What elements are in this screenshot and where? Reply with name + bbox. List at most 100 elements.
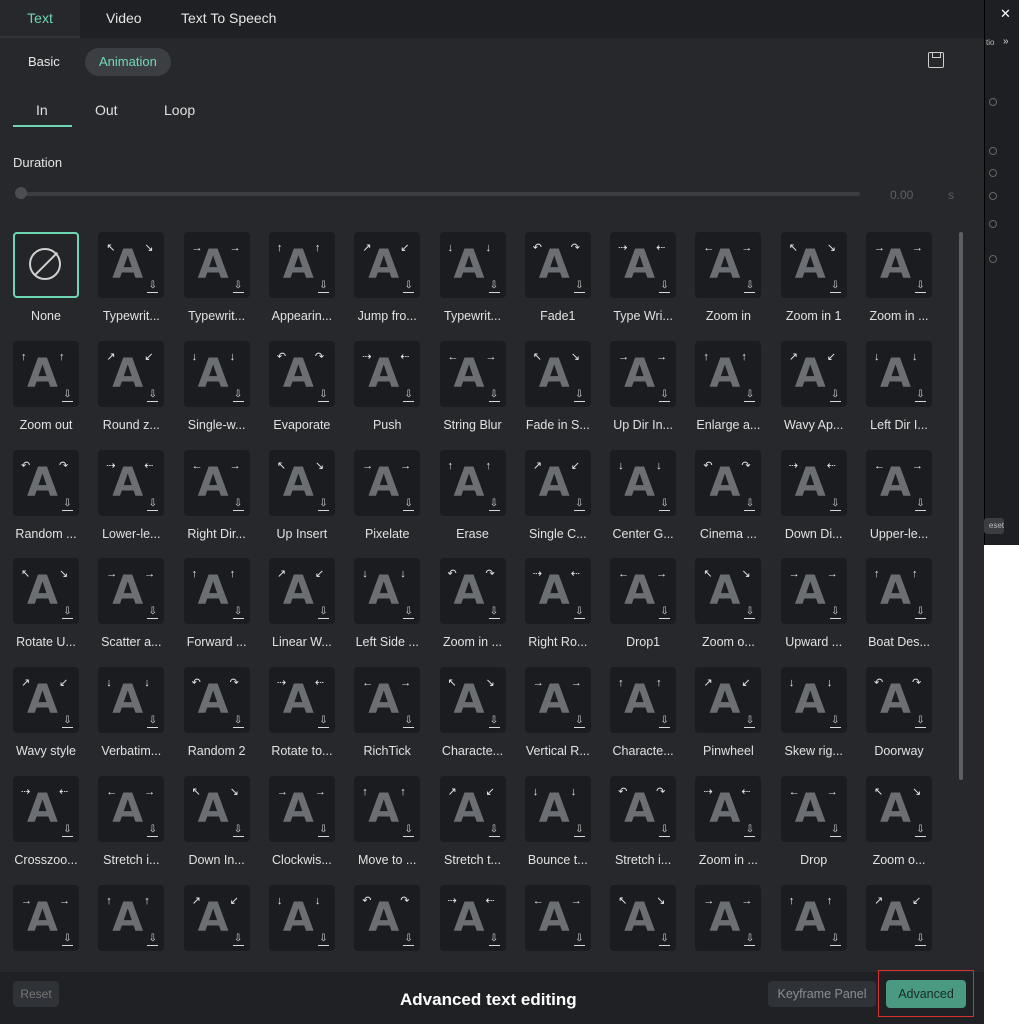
download-icon[interactable]: ⇩ (403, 715, 415, 729)
effect-thumbnail[interactable]: A ↶ ↷ ⇩ (354, 884, 421, 951)
download-icon[interactable]: ⇩ (573, 933, 585, 946)
duration-slider-track[interactable] (20, 192, 860, 196)
effect-thumbnail[interactable]: A ↗ ↙ ⇩ (695, 667, 762, 734)
download-icon[interactable]: ⇩ (147, 389, 159, 402)
download-icon[interactable]: ⇩ (829, 280, 841, 293)
effect-thumbnail[interactable]: A ← → ⇩ (354, 667, 421, 734)
download-icon[interactable]: ⇩ (829, 498, 841, 511)
effect-item[interactable]: A ↶ ↷ ⇩ Random 2 (171, 667, 256, 775)
effect-thumbnail[interactable]: A ↗ ↙ ⇩ (439, 776, 506, 842)
download-icon[interactable]: ⇩ (659, 606, 671, 620)
effect-item[interactable]: A ↖ ↘ ⇩ Up Insert (256, 449, 341, 558)
download-icon[interactable]: ⇩ (915, 933, 926, 946)
effect-item[interactable]: A ← → ⇩ Drop1 (597, 558, 682, 666)
effect-thumbnail[interactable]: A → → ⇩ (268, 776, 335, 842)
download-icon[interactable]: ⇩ (744, 824, 756, 837)
effect-item[interactable]: A ⇢ ⇠ ⇩ Down Di... (768, 449, 853, 558)
effect-thumbnail[interactable]: A ↓ ↓ ⇩ (866, 340, 932, 407)
effect-item[interactable]: A ↑ ↑ ⇩ Forward ... (171, 558, 256, 666)
subtab-in[interactable]: In (36, 102, 48, 118)
effect-item[interactable]: A → → ⇩ Scatter a... (85, 558, 170, 666)
download-icon[interactable]: ⇩ (573, 715, 585, 729)
download-icon[interactable]: ⇩ (488, 606, 500, 620)
effect-thumbnail[interactable]: A ↖ ↘ ⇩ (695, 558, 762, 625)
download-icon[interactable]: ⇩ (573, 498, 585, 511)
effect-item[interactable]: A ↑ ↑ ⇩ Boat Des... (853, 558, 938, 666)
effect-thumbnail[interactable]: A → → ⇩ (780, 558, 847, 625)
effect-item[interactable]: A ↑ ↑ ⇩ Erase (427, 449, 512, 558)
download-icon[interactable]: ⇩ (915, 389, 926, 402)
save-preset-icon[interactable] (928, 52, 944, 68)
effect-item[interactable]: A ↖ ↘ ⇩ Characte... (427, 667, 512, 775)
download-icon[interactable]: ⇩ (403, 606, 415, 620)
effect-item[interactable]: A ↖ ↘ ⇩ Zoom o... (682, 558, 767, 666)
effect-thumbnail[interactable]: A ↑ ↑ ⇩ (268, 232, 335, 298)
effect-thumbnail[interactable]: A ↗ ↙ ⇩ (98, 340, 165, 407)
keyframe-dot-icon[interactable] (989, 220, 997, 228)
effect-item[interactable]: A ↓ ↓ ⇩ Typewrit... (427, 232, 512, 340)
effect-thumbnail[interactable]: A ↗ ↙ ⇩ (268, 558, 335, 625)
effect-thumbnail[interactable]: A ↶ ↷ ⇩ (866, 667, 932, 734)
effect-thumbnail[interactable]: A ↓ ↓ ⇩ (610, 449, 677, 516)
effect-item[interactable]: A ↗ ↙ ⇩ Round z... (85, 340, 170, 449)
download-icon[interactable]: ⇩ (488, 824, 500, 837)
effect-thumbnail[interactable]: A ↓ ↓ ⇩ (780, 667, 847, 734)
download-icon[interactable]: ⇩ (62, 715, 73, 729)
download-icon[interactable]: ⇩ (232, 280, 244, 293)
download-icon[interactable]: ⇩ (62, 824, 73, 837)
effect-item[interactable]: A ⇢ ⇠ ⇩ Push (341, 340, 426, 449)
effect-item[interactable]: A ↓ ↓ ⇩ Verbatim... (85, 667, 170, 775)
effect-item[interactable]: A ↑ ↑ ⇩ Enlarge a... (682, 340, 767, 449)
effect-item[interactable]: A ↓ ↓ ⇩ Single-w... (171, 340, 256, 449)
effect-item[interactable]: A ↓ ↓ ⇩ Left Side ... (341, 558, 426, 666)
effect-item[interactable]: A → → ⇩ Upward ... (768, 558, 853, 666)
download-icon[interactable]: ⇩ (744, 389, 756, 402)
side-reset-button[interactable]: eset (984, 518, 1004, 534)
effect-thumbnail[interactable]: A ⇢ ⇠ ⇩ (439, 884, 506, 951)
download-icon[interactable]: ⇩ (744, 606, 756, 620)
effect-thumbnail[interactable]: A ↶ ↷ ⇩ (183, 667, 250, 734)
effect-thumbnail[interactable]: A ↑ ↑ ⇩ (866, 558, 932, 625)
effect-thumbnail[interactable]: A ↓ ↓ ⇩ (524, 776, 591, 842)
download-icon[interactable]: ⇩ (573, 606, 585, 620)
effect-thumbnail[interactable]: A → → ⇩ (610, 340, 677, 407)
effect-item[interactable]: A ← → ⇩ RichTick (341, 667, 426, 775)
effect-item[interactable]: A ⇢ ⇠ ⇩ Type Wri... (597, 232, 682, 340)
effect-thumbnail[interactable]: A ⇢ ⇠ ⇩ (13, 776, 79, 842)
effect-item[interactable]: A ⇢ ⇠ ⇩ Crosszoo... (0, 776, 85, 884)
effect-thumbnail[interactable]: A ← → ⇩ (439, 340, 506, 407)
effect-thumbnail[interactable]: A ↶ ↷ ⇩ (13, 449, 79, 516)
effect-thumbnail[interactable]: A ↖ ↘ ⇩ (610, 884, 677, 951)
effect-thumbnail[interactable]: A ↑ ↑ ⇩ (354, 776, 421, 842)
effect-thumbnail[interactable]: A ↗ ↙ ⇩ (524, 449, 591, 516)
download-icon[interactable]: ⇩ (62, 933, 73, 946)
download-icon[interactable]: ⇩ (744, 933, 756, 946)
effect-thumbnail[interactable]: A → → ⇩ (98, 558, 165, 625)
effect-item[interactable]: A ↓ ↓ ⇩ Left Dir I... (853, 340, 938, 449)
effect-item[interactable]: A ↖ ↘ ⇩ Typewrit... (85, 232, 170, 340)
effect-thumbnail[interactable]: A ↗ ↙ ⇩ (866, 884, 932, 951)
effect-thumbnail[interactable]: A → → ⇩ (866, 232, 932, 298)
download-icon[interactable]: ⇩ (829, 824, 841, 837)
download-icon[interactable]: ⇩ (488, 933, 500, 946)
download-icon[interactable]: ⇩ (317, 280, 329, 293)
effect-thumbnail[interactable]: A ↖ ↘ ⇩ (268, 449, 335, 516)
effect-item[interactable]: A ↗ ↙ ⇩ Single C... (512, 449, 597, 558)
download-icon[interactable]: ⇩ (147, 824, 159, 837)
segment-animation[interactable]: Animation (85, 48, 171, 76)
effect-thumbnail[interactable]: A ⇢ ⇠ ⇩ (354, 340, 421, 407)
download-icon[interactable]: ⇩ (62, 389, 73, 402)
effect-item[interactable]: A ↶ ↷ ⇩ Cinema ... (682, 449, 767, 558)
keyframe-dot-icon[interactable] (989, 255, 997, 263)
effect-item[interactable]: A ← → ⇩ String Blur (427, 340, 512, 449)
download-icon[interactable]: ⇩ (403, 280, 415, 293)
effect-thumbnail[interactable]: A ↑ ↑ ⇩ (695, 340, 762, 407)
effect-thumbnail[interactable]: A ↗ ↙ ⇩ (780, 340, 847, 407)
download-icon[interactable]: ⇩ (147, 498, 159, 511)
download-icon[interactable]: ⇩ (659, 824, 671, 837)
effect-item[interactable]: A ← → ⇩ Stretch i... (85, 776, 170, 884)
effect-thumbnail[interactable]: A ⇢ ⇠ ⇩ (780, 449, 847, 516)
effect-item[interactable]: A ↖ ↘ ⇩ Zoom in 1 (768, 232, 853, 340)
effect-item[interactable]: A ↑ ↑ ⇩ Zoom out (0, 340, 85, 449)
effect-item[interactable]: A ⇢ ⇠ ⇩ Rotate to... (256, 667, 341, 775)
